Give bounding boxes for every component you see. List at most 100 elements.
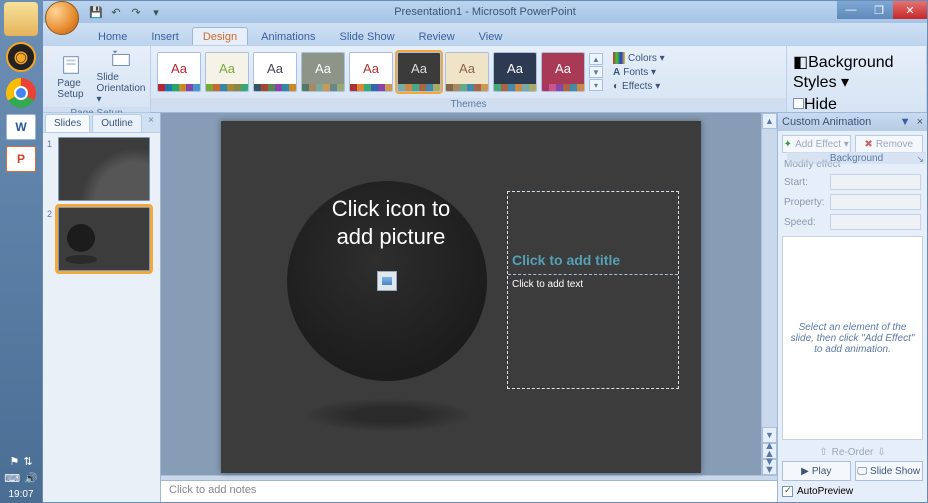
add-effect-button[interactable]: ✦Add Effect ▾ (782, 135, 851, 153)
thumb-number: 1 (47, 137, 55, 201)
group-themes: Aa Aa Aa Aa Aa Aa Aa Aa Aa ▲ ▼ ▾ C (151, 46, 787, 112)
content-placeholder[interactable]: Click to add title Click to add text (507, 191, 679, 389)
anim-slideshow-button[interactable]: 🖵Slide Show (855, 461, 924, 481)
theme-thumb[interactable]: Aa (253, 52, 297, 92)
tab-view[interactable]: View (468, 27, 514, 45)
scroll-up-button[interactable]: ▲ (762, 113, 777, 129)
qat-redo-button[interactable]: ↷ (127, 3, 145, 21)
theme-thumb-selected[interactable]: Aa (397, 52, 441, 92)
tab-design[interactable]: Design (192, 27, 248, 45)
anim-pane-header: Custom Animation ▼ × (778, 113, 927, 131)
theme-colors-button[interactable]: Colors ▾ (609, 51, 669, 65)
slide-editor: Click icon to add picture Click to add t… (161, 113, 777, 502)
gallery-more-button[interactable]: ▾ (589, 79, 603, 91)
minimize-button[interactable]: — (837, 1, 865, 19)
theme-thumb[interactable]: Aa (301, 52, 345, 92)
tray-network-icon[interactable]: ⇅ (23, 455, 32, 469)
next-slide-button[interactable]: ▼▼ (762, 459, 777, 475)
anim-property-select (830, 194, 921, 210)
slides-panel-close-button[interactable]: × (142, 113, 160, 132)
anim-speed-select (830, 214, 921, 230)
theme-thumb[interactable]: Aa (349, 52, 393, 92)
themes-gallery[interactable]: Aa Aa Aa Aa Aa Aa Aa Aa Aa ▲ ▼ ▾ (157, 52, 603, 92)
anim-property-label: Property: (784, 197, 826, 208)
group-background-label: Background↘ (787, 152, 926, 164)
theme-thumb[interactable]: Aa (205, 52, 249, 92)
qat-undo-button[interactable]: ↶ (107, 3, 125, 21)
vertical-scrollbar[interactable]: ▲ ▼ ▲▲ ▼▼ (761, 113, 777, 475)
explorer-icon[interactable] (4, 2, 38, 36)
content-area: Slides Outline × 1 2 (43, 113, 927, 502)
chrome-icon[interactable] (6, 78, 36, 108)
text-placeholder-prompt[interactable]: Click to add text (508, 277, 678, 292)
anim-pane-title: Custom Animation (782, 116, 871, 128)
page-setup-label: Page Setup (57, 78, 83, 100)
title-placeholder-prompt[interactable]: Click to add title (508, 192, 678, 272)
slide-thumb-2[interactable] (58, 207, 150, 271)
slides-panel-tabs: Slides Outline × (43, 113, 160, 133)
office-button[interactable] (45, 1, 79, 35)
thumb-number: 2 (47, 207, 55, 271)
anim-pane-menu-icon[interactable]: ▼ (900, 116, 911, 128)
tray-volume-icon[interactable]: 🔊 (24, 472, 38, 486)
reorder-label: Re-Order (832, 447, 874, 458)
os-task-strip: ◉ W P ⚑ ⇅ ⌨ 🔊 19:07 (0, 0, 42, 503)
tab-animations[interactable]: Animations (250, 27, 326, 45)
theme-effects-button[interactable]: ◐Effects ▾ (609, 80, 669, 93)
tab-home[interactable]: Home (87, 27, 138, 45)
thumb-row: 1 (47, 137, 156, 201)
theme-thumb[interactable]: Aa (157, 52, 201, 92)
outline-tab[interactable]: Outline (92, 114, 142, 132)
anim-pane-close-button[interactable]: × (917, 116, 923, 128)
thumb-row: 2 (47, 207, 156, 271)
qat-customize-button[interactable]: ▾ (147, 3, 165, 21)
slide-orientation-button[interactable]: Slide Orientation ▾ (98, 48, 144, 105)
background-launcher-icon[interactable]: ↘ (916, 154, 924, 165)
picture-placeholder-prompt: Click icon to add picture (311, 195, 471, 250)
powerpoint-icon[interactable]: P (6, 146, 36, 172)
anim-hint: Select an element of the slide, then cli… (789, 322, 916, 355)
close-button[interactable]: ✕ (893, 1, 927, 19)
gallery-down-button[interactable]: ▼ (589, 66, 603, 78)
slide-thumb-1[interactable] (58, 137, 150, 201)
group-themes-label: Themes (151, 98, 786, 112)
background-styles-button[interactable]: ◧Background Styles ▾ (793, 52, 920, 92)
powerpoint-window: 💾 ↶ ↷ ▾ Presentation1 - Microsoft PowerP… (42, 0, 928, 503)
ribbon: Page Setup Slide Orientation ▾ Page Setu… (43, 45, 927, 113)
anim-play-button[interactable]: ▶Play (782, 461, 851, 481)
theme-fonts-button[interactable]: AFonts ▾ (609, 66, 669, 79)
theme-thumb[interactable]: Aa (493, 52, 537, 92)
anim-list: Select an element of the slide, then cli… (782, 236, 923, 440)
notes-pane[interactable]: Click to add notes (161, 480, 777, 502)
qat-save-button[interactable]: 💾 (87, 3, 105, 21)
tab-slideshow[interactable]: Slide Show (329, 27, 406, 45)
window-controls: — ❐ ✕ (837, 1, 927, 19)
anim-speed-label: Speed: (784, 217, 826, 228)
reorder-up-icon: ⇧ (819, 447, 827, 458)
tray-lang-icon[interactable]: ⌨ (4, 472, 20, 486)
tray-flag-icon[interactable]: ⚑ (9, 455, 19, 469)
slideshow-icon: 🖵 (857, 466, 867, 477)
tab-insert[interactable]: Insert (140, 27, 190, 45)
theme-thumb[interactable]: Aa (541, 52, 585, 92)
insert-picture-icon[interactable] (377, 271, 397, 291)
page-setup-button[interactable]: Page Setup (49, 54, 92, 100)
themes-gallery-scroll: ▲ ▼ ▾ (589, 53, 603, 91)
reorder-controls: ⇧ Re-Order ⇩ (782, 447, 923, 458)
reorder-down-icon: ⇩ (877, 447, 885, 458)
autopreview-checkbox[interactable]: AutoPreview (782, 484, 923, 499)
theme-thumb[interactable]: Aa (445, 52, 489, 92)
slide-canvas-area[interactable]: Click icon to add picture Click to add t… (161, 113, 761, 475)
gallery-up-button[interactable]: ▲ (589, 53, 603, 65)
tab-review[interactable]: Review (408, 27, 466, 45)
checkbox-icon (782, 486, 793, 497)
tray-clock[interactable]: 19:07 (4, 488, 38, 501)
add-effect-icon: ✦ (784, 139, 792, 150)
word-icon[interactable]: W (6, 114, 36, 140)
slides-tab[interactable]: Slides (45, 114, 90, 132)
system-tray[interactable]: ⚑ ⇅ ⌨ 🔊 19:07 (4, 455, 38, 503)
theme-options: Colors ▾ AFonts ▾ ◐Effects ▾ (609, 51, 669, 93)
aimp-icon[interactable]: ◉ (6, 42, 36, 72)
slide[interactable]: Click icon to add picture Click to add t… (221, 121, 701, 473)
maximize-button[interactable]: ❐ (865, 1, 893, 19)
